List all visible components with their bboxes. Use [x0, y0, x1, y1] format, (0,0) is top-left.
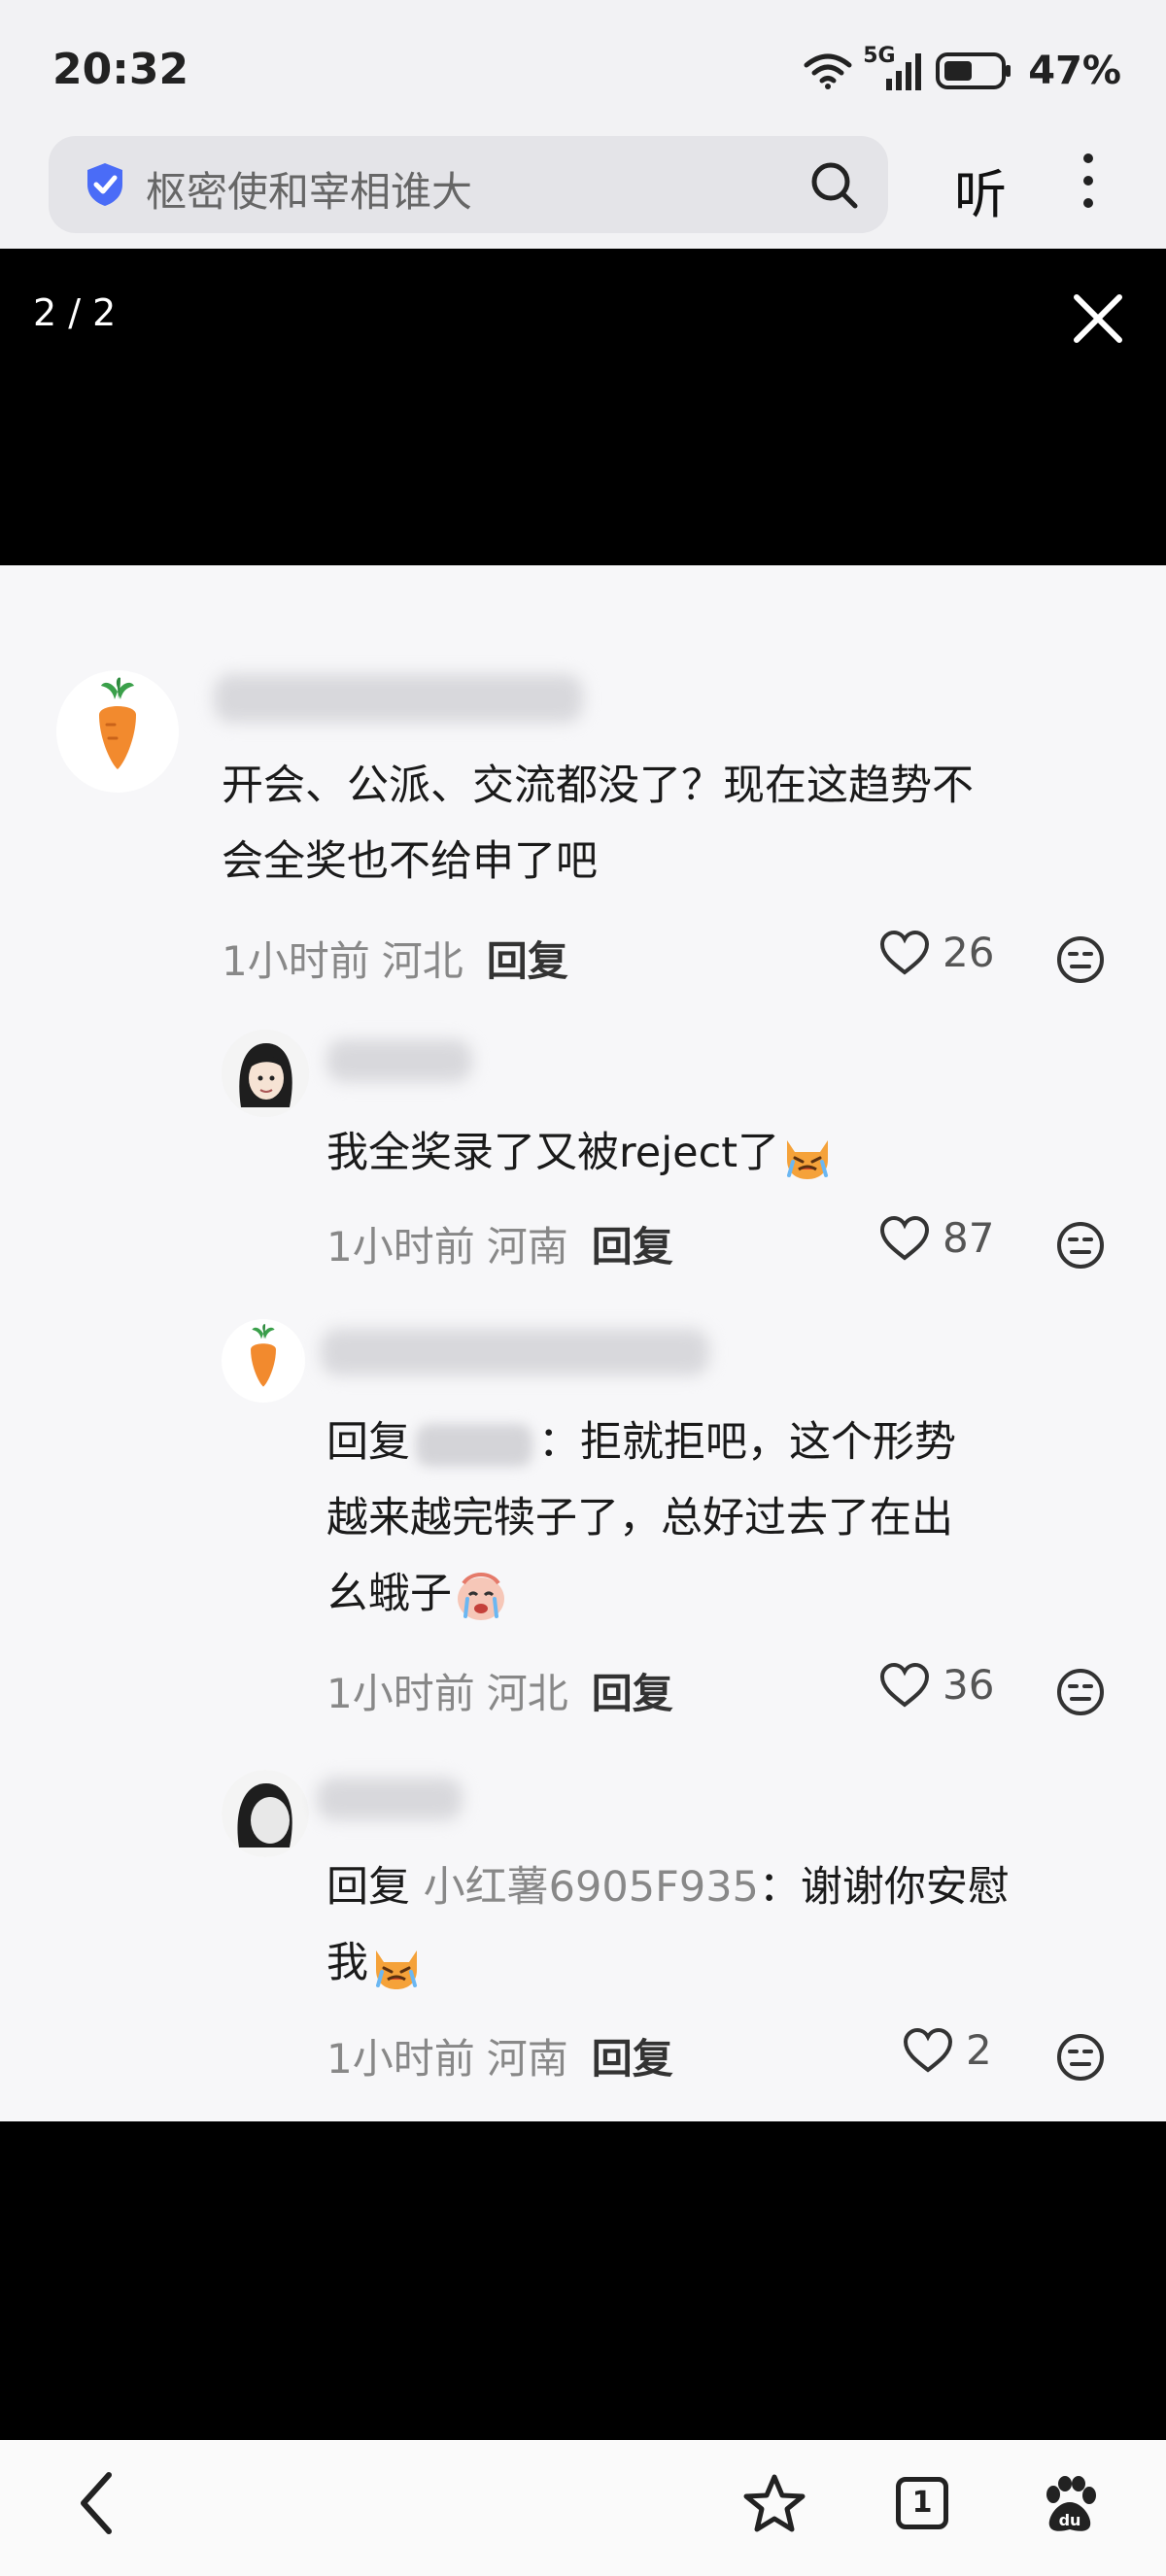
- reply-button[interactable]: 回复: [592, 1223, 673, 1271]
- more-vertical-icon[interactable]: [1080, 153, 1096, 214]
- username-redacted: [214, 674, 583, 723]
- shield-check-icon: [87, 163, 122, 206]
- comment-location: 河南: [486, 2035, 568, 2083]
- heart-outline-icon: [879, 1662, 930, 1708]
- comment-time: 1小时前: [222, 937, 370, 985]
- crying-cat-emoji-icon: [376, 1949, 417, 1989]
- tabs-icon[interactable]: 1: [896, 2477, 948, 2529]
- avatar: [56, 670, 179, 793]
- neutral-face-icon[interactable]: [1055, 2032, 1106, 2083]
- search-bar[interactable]: 枢密使和宰相谁大: [49, 136, 888, 233]
- reply-prefix: 回复: [326, 1418, 410, 1467]
- comment-location: 河北: [486, 1670, 568, 1717]
- status-time: 20:32: [52, 45, 189, 94]
- battery-icon: [936, 52, 1012, 89]
- signal-icon: [886, 53, 922, 90]
- reply-button[interactable]: 回复: [592, 1670, 673, 1717]
- image-counter: 2 / 2: [33, 291, 117, 334]
- reply-button[interactable]: 回复: [592, 2035, 673, 2083]
- wifi-icon: [804, 53, 852, 89]
- carrot-icon: [99, 677, 136, 769]
- comment-text: 开会、公派、交流都没了？现在这趋势不 会全奖也不给申了吧: [222, 762, 974, 886]
- signal-indicator: 5G: [863, 44, 925, 92]
- comment-screenshot: 开会、公派、交流都没了？现在这趋势不 会全奖也不给申了吧 1小时前 河北 回复 26: [0, 565, 1166, 2121]
- comment-meta: 1小时前 河南 回复: [326, 1214, 673, 1273]
- status-bar: 20:32 5G 47%: [0, 0, 1166, 136]
- comment-time: 1小时前: [326, 1670, 475, 1717]
- heart-outline-icon: [879, 1215, 930, 1261]
- search-icon[interactable]: [808, 159, 859, 210]
- bottom-nav: [0, 2440, 1166, 2576]
- comment-text: 回复 ：拒就拒吧，这个形势 越来越完犊子了，总好过去了在出 幺蛾子: [326, 1405, 956, 1632]
- like-button[interactable]: 87: [878, 1214, 994, 1262]
- comment-text: 回复 小红薯6905F935：谢谢你安慰 我: [326, 1849, 1010, 2001]
- comment-time: 1小时前: [326, 1223, 475, 1271]
- comment-text: 我全奖录了又被reject了: [326, 1115, 836, 1191]
- like-count: 2: [966, 2026, 992, 2074]
- comment-meta: 1小时前 河北 回复: [326, 1661, 673, 1720]
- comment-time: 1小时前: [326, 2035, 475, 2083]
- baidu-paw-icon[interactable]: du: [1040, 2475, 1100, 2535]
- neutral-face-icon[interactable]: [1055, 1667, 1106, 1717]
- comment-location: 河南: [486, 1223, 568, 1271]
- like-button[interactable]: 2: [902, 2026, 992, 2074]
- image-viewer-footer: [0, 2121, 1166, 2440]
- avatar-girl-icon: [222, 1770, 309, 1857]
- battery-percent: 47%: [1028, 49, 1121, 93]
- star-outline-icon[interactable]: [742, 2473, 806, 2535]
- like-button[interactable]: 36: [878, 1661, 994, 1709]
- heart-outline-icon: [879, 930, 930, 975]
- avatar-girl-icon: [222, 1030, 309, 1117]
- replied-username: 小红薯6905F935: [423, 1863, 759, 1912]
- avatar: [222, 1319, 305, 1403]
- close-icon[interactable]: [1071, 291, 1125, 346]
- heart-outline-icon: [903, 2027, 953, 2073]
- like-count: 87: [943, 1214, 995, 1262]
- carrot-icon: [251, 1324, 276, 1387]
- back-chevron-icon[interactable]: [74, 2469, 120, 2537]
- crying-cat-emoji-icon: [787, 1139, 829, 1179]
- username-redacted: [321, 1329, 709, 1375]
- username-redacted: [317, 1778, 463, 1820]
- like-button[interactable]: 26: [878, 929, 994, 976]
- reply-button[interactable]: 回复: [487, 937, 568, 985]
- reply-prefix: 回复: [326, 1863, 410, 1912]
- avatar: [222, 1030, 309, 1117]
- listen-button[interactable]: 听: [954, 152, 1007, 228]
- comment-location: 河北: [381, 937, 463, 985]
- neutral-face-icon[interactable]: [1055, 1220, 1106, 1271]
- crying-face-emoji-icon: [458, 1572, 504, 1620]
- svg-text:du: du: [1059, 2511, 1081, 2529]
- search-input[interactable]: 枢密使和宰相谁大: [146, 159, 472, 219]
- comment-meta: 1小时前 河南 回复: [326, 2026, 673, 2085]
- like-count: 36: [943, 1661, 995, 1709]
- image-viewer-header: 2 / 2: [0, 249, 1166, 565]
- like-count: 26: [943, 929, 995, 976]
- avatar: [222, 1770, 309, 1857]
- comment-meta: 1小时前 河北 回复: [222, 929, 568, 988]
- status-icons: 5G 47%: [803, 44, 1121, 93]
- username-redacted: [326, 1039, 472, 1082]
- replied-user-redacted: [416, 1423, 532, 1467]
- neutral-face-icon[interactable]: [1055, 934, 1106, 985]
